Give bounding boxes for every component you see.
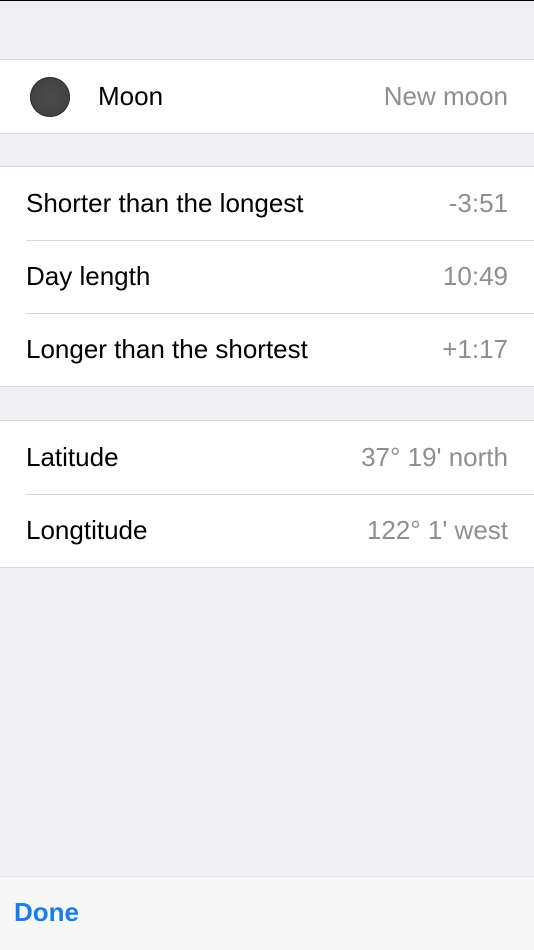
longer-than-shortest-value: +1:17 — [442, 334, 508, 364]
moon-phase-value: New moon — [383, 81, 508, 111]
latitude-value: 37° 19' north — [361, 442, 508, 472]
longitude-value: 122° 1' west — [366, 515, 508, 545]
top-border — [0, 0, 534, 1]
done-button[interactable]: Done — [14, 897, 79, 928]
day-length-label: Day length — [26, 261, 151, 291]
moon-section: Moon New moon — [0, 59, 534, 134]
daylight-section: Shorter than the longest -3:51 Day lengt… — [0, 166, 534, 387]
shorter-than-longest-label: Shorter than the longest — [26, 188, 304, 218]
longitude-row: Longtitude 122° 1' west — [0, 494, 534, 567]
shorter-than-longest-row: Shorter than the longest -3:51 — [0, 167, 534, 240]
day-length-row: Day length 10:49 — [0, 240, 534, 313]
sun-moon-details-screen: Moon New moon Shorter than the longest -… — [0, 0, 534, 950]
latitude-row: Latitude 37° 19' north — [0, 421, 534, 494]
bottom-toolbar: Done — [0, 876, 534, 950]
day-length-value: 10:49 — [442, 261, 508, 291]
shorter-than-longest-value: -3:51 — [448, 188, 508, 218]
location-section: Latitude 37° 19' north Longtitude 122° 1… — [0, 420, 534, 568]
moon-phase-icon — [30, 76, 70, 117]
moon-row: Moon New moon — [0, 60, 534, 133]
longitude-label: Longtitude — [26, 515, 148, 545]
longer-than-shortest-label: Longer than the shortest — [26, 334, 308, 364]
longer-than-shortest-row: Longer than the shortest +1:17 — [0, 313, 534, 386]
latitude-label: Latitude — [26, 442, 119, 472]
moon-label: Moon — [98, 81, 164, 111]
